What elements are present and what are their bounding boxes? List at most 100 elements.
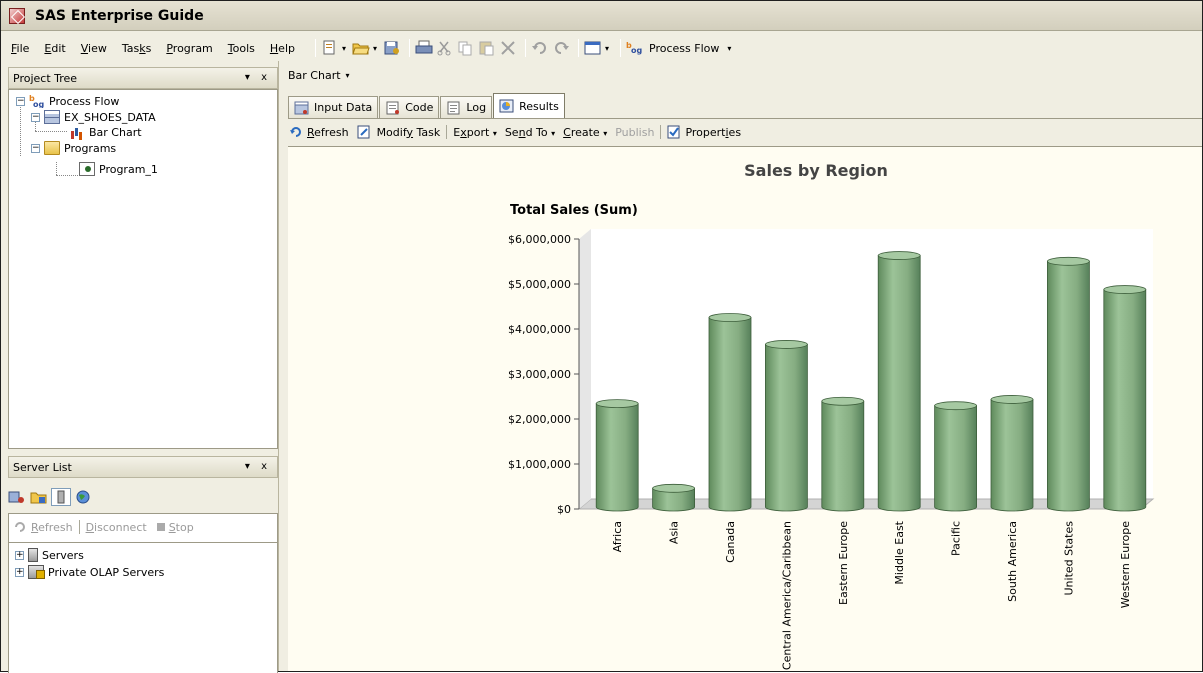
print-icon[interactable] (415, 40, 433, 56)
process-flow-icon: b og (626, 40, 644, 56)
bar (934, 405, 977, 512)
bar (821, 400, 865, 512)
new-icon[interactable] (321, 40, 339, 56)
server-node-private-olap[interactable]: + Private OLAP Servers (15, 565, 164, 579)
open-icon[interactable] (352, 40, 370, 56)
bar-top (1103, 285, 1147, 294)
window-icon[interactable] (584, 40, 602, 56)
delete-icon[interactable] (499, 40, 517, 56)
tree-node-program-1[interactable]: Program_1 (79, 162, 158, 176)
redo-icon[interactable] (552, 40, 570, 56)
title-bar: SAS Enterprise Guide (1, 1, 1202, 31)
save-icon[interactable] (383, 40, 401, 56)
tree-node-ex-shoes-data[interactable]: − EX_SHOES_DATA (31, 110, 156, 124)
toolbar-separator (525, 39, 527, 57)
bar (1103, 289, 1147, 512)
copy-icon[interactable] (457, 40, 475, 56)
server-node-servers[interactable]: + Servers (15, 548, 84, 562)
expand-icon[interactable]: + (15, 567, 24, 577)
modify-task-button[interactable]: Modify Task (377, 126, 441, 139)
refresh-icon (13, 520, 27, 534)
tab-results[interactable]: Results (493, 93, 565, 118)
tree-node-bar-chart[interactable]: Bar Chart (69, 125, 142, 139)
new-dropdown-icon[interactable]: ▾ (342, 44, 346, 53)
process-flow-dropdown-icon[interactable]: ▾ (727, 44, 731, 53)
project-tree-header: Project Tree ▾ x (8, 67, 278, 89)
program-icon (79, 162, 95, 176)
server-stop-button[interactable]: Stop (169, 521, 194, 534)
bar (990, 399, 1034, 512)
bar (708, 317, 752, 512)
bar (1047, 260, 1090, 512)
collapse-icon[interactable]: − (16, 96, 25, 106)
tree-node-programs[interactable]: − Programs (31, 141, 116, 155)
chevron-down-icon: ▾ (551, 128, 556, 138)
collapse-icon[interactable]: − (31, 143, 40, 153)
server-folder-icon[interactable] (29, 488, 49, 506)
menu-help[interactable]: Help (270, 42, 295, 55)
pane-close-controls[interactable]: ▾ x (245, 72, 271, 83)
modify-task-icon (357, 125, 373, 139)
toolbar-separator (578, 39, 580, 57)
chevron-down-icon: ▾ (345, 71, 350, 80)
menu-tools[interactable]: Tools (228, 42, 255, 55)
server-list-toolbar (7, 486, 95, 508)
pane-close-controls[interactable]: ▾ x (245, 461, 271, 472)
server-add-icon[interactable] (7, 488, 27, 506)
publish-button[interactable]: Publish (615, 126, 654, 139)
menu-tasks[interactable]: Tasks (122, 42, 151, 55)
paste-icon[interactable] (478, 40, 496, 56)
refresh-button[interactable]: Refresh (307, 126, 349, 139)
application-window: SAS Enterprise Guide File Edit View Task… (0, 0, 1203, 673)
x-tick-label: Pacific (950, 521, 963, 556)
input-data-icon (294, 101, 310, 115)
cut-icon[interactable] (436, 40, 454, 56)
server-refresh-button[interactable]: Refresh (31, 521, 73, 534)
bar-top (877, 251, 921, 260)
server-view-icon[interactable] (51, 488, 71, 506)
tab-log[interactable]: Log (440, 96, 493, 118)
server-list: Refresh Disconnect Stop + Servers + Priv… (8, 513, 278, 673)
tab-label: Input Data (314, 101, 373, 114)
toolbar-separator (314, 39, 316, 57)
document-title-dropdown[interactable]: Bar Chart ▾ (288, 69, 350, 82)
process-flow-button[interactable]: Process Flow (649, 42, 719, 55)
create-menu[interactable]: Create ▾ (563, 126, 607, 139)
menu-program[interactable]: Program (166, 42, 212, 55)
chevron-down-icon: ▾ (492, 128, 497, 138)
project-tree-title: Project Tree (13, 71, 78, 85)
server-disconnect-button[interactable]: Disconnect (86, 521, 147, 534)
pane-splitter[interactable] (278, 61, 286, 671)
window-dropdown-icon[interactable]: ▾ (605, 44, 609, 53)
tab-input-data[interactable]: Input Data (288, 96, 379, 118)
toolbar-separator (620, 39, 622, 57)
y-tick-label: $3,000,000 (508, 368, 571, 381)
open-dropdown-icon[interactable]: ▾ (373, 44, 377, 53)
collapse-icon[interactable]: − (31, 112, 40, 122)
menu-view[interactable]: View (81, 42, 107, 55)
expand-icon[interactable]: + (15, 550, 24, 560)
y-tick-label: $0 (557, 503, 571, 516)
y-tick-label: $5,000,000 (508, 278, 571, 291)
app-title: SAS Enterprise Guide (35, 7, 204, 24)
menu-file[interactable]: File (11, 42, 29, 55)
log-icon (446, 101, 462, 115)
x-tick-label: Eastern Europe (837, 521, 850, 605)
toolbar-separator (446, 125, 448, 139)
project-tree: − b og Process Flow − EX_SHOES_DATA Bar C… (8, 89, 278, 449)
x-tick-label: Western Europe (1119, 521, 1132, 609)
stop-icon (156, 523, 165, 531)
tab-code[interactable]: Code (379, 96, 440, 118)
bar-top (708, 313, 752, 322)
tree-node-process-flow[interactable]: − b og Process Flow (16, 94, 119, 109)
menu-edit[interactable]: Edit (44, 42, 65, 55)
results-chart-area: Sales by Region Total Sales (Sum) $0 $1,000… (288, 146, 1202, 671)
y-axis-label: Total Sales (Sum) (510, 203, 638, 218)
undo-icon[interactable] (531, 40, 549, 56)
x-tick-label: United States (1062, 521, 1075, 596)
properties-button[interactable]: Properties (685, 126, 741, 139)
export-menu[interactable]: Export ▾ (453, 126, 497, 139)
send-to-menu[interactable]: Send To ▾ (505, 126, 555, 139)
server-globe-icon[interactable] (73, 488, 93, 506)
bar-top (990, 395, 1034, 404)
